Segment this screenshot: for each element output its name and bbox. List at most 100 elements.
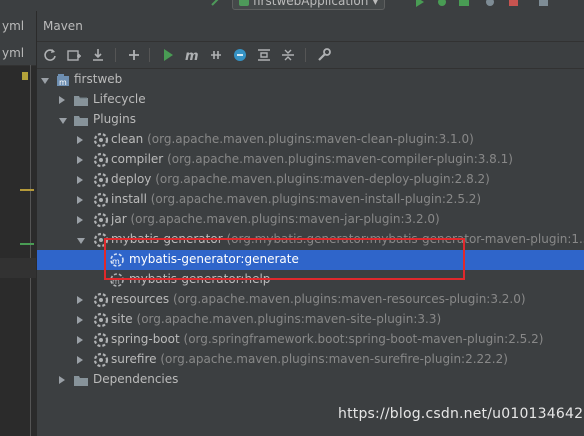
vcs-icon[interactable]	[538, 0, 550, 6]
plugin-gear-icon	[93, 312, 109, 328]
tree-node-lifecycle[interactable]: Lifecycle	[37, 90, 584, 110]
editor-tab-label: yml	[2, 46, 25, 60]
tree-node-plugin[interactable]: surefire (org.apache.maven.plugins:maven…	[37, 350, 584, 370]
plugin-gear-icon	[93, 152, 109, 168]
editor-tab-label: yml	[2, 19, 25, 33]
collapsed-arrow-icon[interactable]	[77, 216, 83, 224]
plugin-coordinates: (org.apache.maven.plugins:maven-clean-pl…	[147, 132, 474, 146]
run-configuration-selector[interactable]: firstwebApplication ▾	[232, 0, 386, 10]
plugin-gear-icon	[93, 292, 109, 308]
collapsed-arrow-icon[interactable]	[77, 196, 83, 204]
collapsed-arrow-icon[interactable]	[77, 316, 83, 324]
plus-icon[interactable]	[125, 46, 143, 64]
expanded-arrow-icon[interactable]	[77, 238, 85, 244]
current-line-highlight	[0, 258, 36, 278]
tree-node-plugin[interactable]: spring-boot (org.springframework.boot:sp…	[37, 330, 584, 350]
plugin-coordinates: (org.apache.maven.plugins:maven-site-plu…	[136, 312, 442, 326]
collapse-all-icon[interactable]	[279, 46, 297, 64]
svg-text:m: m	[185, 49, 199, 62]
add-maven-project-icon[interactable]	[65, 46, 83, 64]
tree-node-plugin[interactable]: deploy (org.apache.maven.plugins:maven-d…	[37, 170, 584, 190]
collapsed-arrow-icon[interactable]	[77, 336, 83, 344]
maven-toolbar: m	[37, 42, 584, 69]
plugin-gear-icon	[93, 132, 109, 148]
plugins-label: Plugins	[93, 112, 136, 126]
collapsed-arrow-icon[interactable]	[77, 136, 83, 144]
skip-tests-icon[interactable]	[231, 46, 249, 64]
toggle-offline-icon[interactable]	[207, 46, 225, 64]
toolbar-separator	[305, 48, 306, 62]
plugin-name: jar	[111, 212, 127, 226]
expanded-arrow-icon[interactable]	[59, 118, 67, 124]
stop-icon[interactable]	[508, 0, 520, 6]
plugin-gear-icon	[93, 172, 109, 188]
editor-tab-yml[interactable]: yml	[0, 11, 36, 42]
tree-node-plugin[interactable]: resources (org.apache.maven.plugins:mave…	[37, 290, 584, 310]
plugin-name: clean	[111, 132, 144, 146]
download-icon[interactable]	[89, 46, 107, 64]
plugin-coordinates: (org.apache.maven.plugins:maven-jar-plug…	[130, 212, 440, 226]
tree-node-dependencies[interactable]: Dependencies	[37, 370, 584, 390]
debug-icon[interactable]	[436, 0, 448, 6]
added-marker[interactable]	[20, 243, 34, 245]
plugin-name: resources	[111, 292, 170, 306]
execute-goal-icon[interactable]: m	[183, 46, 201, 64]
coverage-icon[interactable]	[458, 0, 470, 6]
plugin-coordinates: (org.apache.maven.plugins:maven-deploy-p…	[155, 172, 490, 186]
change-marker[interactable]	[20, 189, 34, 191]
plugin-gear-icon	[93, 332, 109, 348]
tree-node-plugin[interactable]: clean (org.apache.maven.plugins:maven-cl…	[37, 130, 584, 150]
reload-icon[interactable]	[41, 46, 59, 64]
collapsed-arrow-icon[interactable]	[77, 176, 83, 184]
editor-tab-yml-2[interactable]: yml	[0, 41, 36, 66]
annotation-highlight-box	[104, 238, 465, 280]
collapsed-arrow-icon[interactable]	[77, 156, 83, 164]
run-icon[interactable]	[159, 46, 177, 64]
plugin-gear-icon	[93, 352, 109, 368]
plugin-name: surefire	[111, 352, 157, 366]
svg-text:m: m	[59, 78, 67, 87]
plugin-name: compiler	[111, 152, 164, 166]
gutter-divider	[30, 65, 31, 436]
profile-icon[interactable]	[484, 0, 496, 6]
plugin-gear-icon	[93, 192, 109, 208]
collapsed-arrow-icon[interactable]	[59, 376, 65, 384]
warning-marker[interactable]	[22, 72, 28, 80]
panel-header: Maven	[37, 11, 584, 42]
expanded-arrow-icon[interactable]	[41, 78, 49, 84]
watermark-text: https://blog.csdn.net/u010134642	[338, 406, 584, 422]
chevron-down-icon: ▾	[372, 0, 379, 8]
collapsed-arrow-icon[interactable]	[59, 96, 65, 104]
lifecycle-label: Lifecycle	[93, 92, 146, 106]
top-toolbar-strip: firstwebApplication ▾	[0, 0, 584, 11]
maven-module-icon: m	[55, 72, 71, 88]
show-dependencies-icon[interactable]	[255, 46, 273, 64]
plugin-coordinates: (org.apache.maven.plugins:maven-resource…	[172, 292, 526, 306]
spring-boot-config-icon	[239, 0, 249, 6]
plugin-coordinates: (org.apache.maven.plugins:maven-compiler…	[167, 152, 513, 166]
plugin-coordinates: (org.apache.maven.plugins:maven-surefire…	[160, 352, 508, 366]
build-hammer-icon[interactable]	[210, 0, 222, 6]
panel-title: Maven	[43, 19, 83, 33]
folder-icon	[73, 372, 89, 388]
folder-icon	[73, 92, 89, 108]
folder-icon	[73, 112, 89, 128]
settings-wrench-icon[interactable]	[315, 46, 333, 64]
plugin-name: site	[111, 312, 133, 326]
tree-node-plugin[interactable]: install (org.apache.maven.plugins:maven-…	[37, 190, 584, 210]
collapsed-arrow-icon[interactable]	[77, 296, 83, 304]
plugin-gear-icon	[93, 212, 109, 228]
tree-node-plugin[interactable]: site (org.apache.maven.plugins:maven-sit…	[37, 310, 584, 330]
collapsed-arrow-icon[interactable]	[77, 356, 83, 364]
run-configuration-label: firstwebApplication	[253, 0, 369, 8]
plugin-name: deploy	[111, 172, 152, 186]
plugin-name: spring-boot	[111, 332, 180, 346]
plugin-coordinates: (org.springframework.boot:spring-boot-ma…	[183, 332, 544, 346]
maven-tool-window: Maven m m firstweb Lifecycle Plugins cle…	[36, 11, 584, 436]
run-icon[interactable]	[414, 0, 426, 7]
tree-node-plugins[interactable]: Plugins	[37, 110, 584, 130]
tree-node-plugin[interactable]: jar (org.apache.maven.plugins:maven-jar-…	[37, 210, 584, 230]
tree-node-plugin[interactable]: compiler (org.apache.maven.plugins:maven…	[37, 150, 584, 170]
tree-node-project[interactable]: m firstweb	[37, 70, 584, 90]
toolbar-separator	[149, 48, 150, 62]
